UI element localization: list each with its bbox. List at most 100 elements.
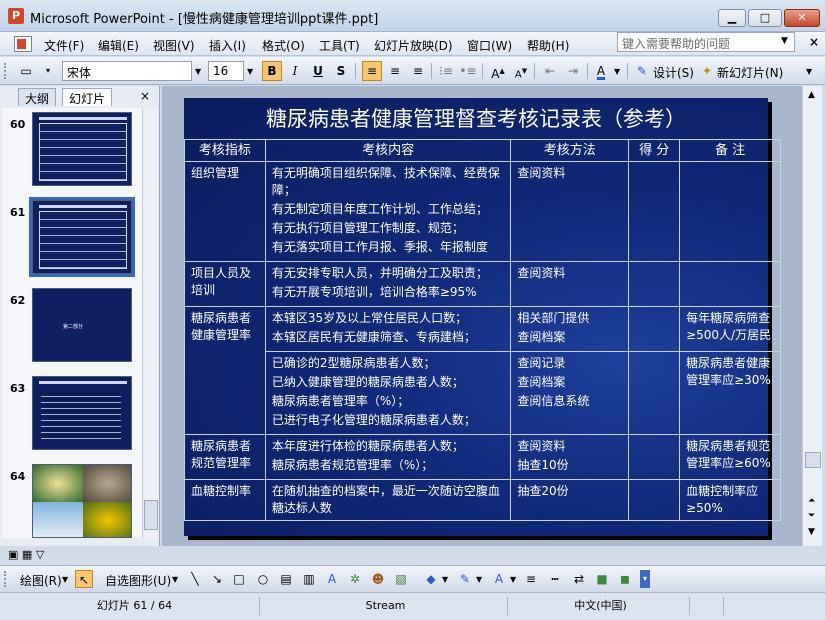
scrollbar-thumb[interactable] bbox=[144, 500, 158, 530]
design-button[interactable]: 设计(S) bbox=[653, 64, 694, 81]
decrease-font-icon[interactable]: A▼ bbox=[511, 61, 531, 81]
maximize-button[interactable]: □ bbox=[748, 9, 782, 27]
slide-thumbnail-60[interactable] bbox=[32, 112, 132, 186]
toolbar-separator bbox=[482, 63, 483, 79]
slide-thumbnail-64[interactable] bbox=[32, 464, 132, 538]
new-document-icon[interactable]: ▭ bbox=[16, 61, 36, 81]
align-right-icon[interactable]: ≡ bbox=[408, 61, 428, 81]
slideshow-view-icon[interactable]: ▽ bbox=[36, 548, 44, 561]
menu-slideshow[interactable]: 幻灯片放映(D) bbox=[374, 37, 453, 54]
arrow-style-icon[interactable]: ⇄ bbox=[570, 570, 588, 588]
close-button[interactable]: ✕ bbox=[784, 9, 820, 27]
powerpoint-app-icon[interactable]: P bbox=[8, 8, 24, 24]
menu-window[interactable]: 窗口(W) bbox=[467, 37, 512, 54]
picture-icon[interactable]: ▧ bbox=[392, 570, 410, 588]
decrease-indent-icon[interactable]: ⇤ bbox=[540, 61, 560, 81]
fill-dropdown-icon[interactable]: ▼ bbox=[442, 575, 448, 584]
line-style-icon[interactable]: ≡ bbox=[522, 570, 540, 588]
italic-button[interactable]: I bbox=[285, 61, 305, 81]
increase-indent-icon[interactable]: ⇥ bbox=[563, 61, 583, 81]
align-left-icon[interactable]: ≡ bbox=[362, 61, 382, 81]
minimize-button[interactable]: ▁ bbox=[718, 9, 746, 27]
normal-view-icon[interactable]: ▣ bbox=[8, 548, 18, 561]
font-dropdown-icon[interactable]: ▼ bbox=[195, 67, 201, 76]
line-color-icon[interactable]: ✎ bbox=[456, 570, 474, 588]
slide-thumbnail-62[interactable]: 第二部分 bbox=[32, 288, 132, 362]
diagram-icon[interactable]: ✲ bbox=[346, 570, 364, 588]
cell-score bbox=[628, 479, 681, 521]
toolbar-grip-icon[interactable] bbox=[4, 571, 7, 587]
line-icon[interactable]: ╲ bbox=[186, 570, 204, 588]
font-size-select[interactable]: 16 bbox=[208, 61, 244, 81]
toolbar-options-icon[interactable]: ▾ bbox=[640, 570, 650, 588]
menu-format[interactable]: 格式(O) bbox=[262, 37, 305, 54]
shadow-style-icon[interactable]: ■ bbox=[593, 570, 611, 588]
slide-thumbnail-63[interactable] bbox=[32, 376, 132, 450]
thumbnail-scrollbar[interactable] bbox=[142, 108, 158, 538]
scrollbar-thumb[interactable] bbox=[805, 452, 821, 468]
scroll-up-icon[interactable]: ▲ bbox=[808, 90, 815, 100]
clipart-icon[interactable]: ☻ bbox=[369, 570, 387, 588]
next-slide-icon[interactable]: ⏷ bbox=[808, 511, 815, 521]
design-icon[interactable]: ✎ bbox=[632, 61, 652, 81]
arrow-icon[interactable]: ↘ bbox=[208, 570, 226, 588]
table-row: 已确诊的2型糖尿病患者人数； 已纳入健康管理的糖尿病患者人数； 糖尿病患者管理率… bbox=[185, 351, 781, 435]
shadow-button[interactable]: S bbox=[331, 61, 351, 81]
underline-button[interactable]: U bbox=[308, 61, 328, 81]
increase-font-icon[interactable]: A▲ bbox=[488, 61, 508, 81]
dash-style-icon[interactable]: ┅ bbox=[546, 570, 564, 588]
font-color-icon[interactable]: A bbox=[591, 61, 611, 81]
toolbar-grip-icon[interactable] bbox=[4, 63, 7, 79]
pane-close-icon[interactable]: × bbox=[140, 89, 150, 103]
table-row: 血糖控制率 在随机抽查的档案中，最近一次随访空腹血糖达标人数 抽查20份 血糖控… bbox=[184, 479, 781, 521]
wordart-icon[interactable]: A bbox=[323, 570, 341, 588]
slide-scrollbar[interactable]: ▲ ⏶ ⏷ ▼ bbox=[802, 86, 822, 546]
font-size-dropdown-icon[interactable]: ▼ bbox=[247, 67, 253, 76]
sorter-view-icon[interactable]: ▦ bbox=[22, 548, 32, 561]
draw-dropdown-icon[interactable]: ▼ bbox=[62, 575, 68, 584]
align-center-icon[interactable]: ≡ bbox=[385, 61, 405, 81]
cell-indicator: 项目人员及培训 bbox=[184, 261, 266, 307]
slide-thumbnail-61[interactable] bbox=[29, 197, 135, 277]
bullet-list-icon[interactable]: •≡ bbox=[458, 61, 478, 81]
font-color-draw-dropdown-icon[interactable]: ▼ bbox=[510, 575, 516, 584]
menu-view[interactable]: 视图(V) bbox=[153, 37, 195, 54]
previous-slide-icon[interactable]: ⏶ bbox=[808, 496, 815, 506]
menu-insert[interactable]: 插入(I) bbox=[209, 37, 246, 54]
oval-icon[interactable]: ○ bbox=[254, 570, 272, 588]
font-name-select[interactable]: 宋体 bbox=[62, 61, 192, 81]
document-close-icon[interactable]: × bbox=[809, 35, 819, 49]
slide-title[interactable]: 糖尿病患者健康管理督查考核记录表（参考） bbox=[184, 100, 768, 138]
slide-number: 64 bbox=[10, 470, 26, 483]
rectangle-icon[interactable]: □ bbox=[230, 570, 248, 588]
menu-file[interactable]: 文件(F) bbox=[44, 37, 84, 54]
new-slide-button[interactable]: 新幻灯片(N) bbox=[717, 64, 783, 81]
fill-color-icon[interactable]: ◆ bbox=[422, 570, 440, 588]
font-color-draw-icon[interactable]: A bbox=[490, 570, 508, 588]
autoshapes-button[interactable]: 自选图形(U) bbox=[105, 572, 171, 589]
select-pointer-icon[interactable]: ↖ bbox=[75, 570, 93, 588]
bold-button[interactable]: B bbox=[262, 61, 282, 81]
toolbar-options-icon[interactable]: ▾ bbox=[38, 61, 58, 81]
document-icon[interactable] bbox=[14, 36, 32, 52]
textbox-icon[interactable]: ▤ bbox=[277, 570, 295, 588]
new-slide-icon[interactable]: ✦ bbox=[697, 61, 717, 81]
vertical-textbox-icon[interactable]: ▥ bbox=[300, 570, 318, 588]
chevron-down-icon[interactable]: ▼ bbox=[781, 36, 788, 46]
help-search-input[interactable]: 键入需要帮助的问题 bbox=[617, 32, 795, 52]
menu-edit[interactable]: 编辑(E) bbox=[98, 37, 139, 54]
3d-style-icon[interactable]: ◼ bbox=[616, 570, 634, 588]
line-color-dropdown-icon[interactable]: ▼ bbox=[476, 575, 482, 584]
menu-help[interactable]: 帮助(H) bbox=[527, 37, 569, 54]
assessment-table[interactable]: 考核指标 考核内容 考核方法 得 分 备 注 组织管理 有无明确项目组织保障、技… bbox=[184, 139, 781, 521]
font-color-dropdown-icon[interactable]: ▼ bbox=[614, 67, 620, 76]
tab-slides[interactable]: 幻灯片 bbox=[62, 88, 113, 106]
draw-menu-button[interactable]: 绘图(R) bbox=[20, 572, 62, 589]
drawing-toolbar: 绘图(R) ▼ ↖ 自选图形(U) ▼ ╲ ↘ □ ○ ▤ ▥ A ✲ ☻ ▧ … bbox=[0, 565, 825, 591]
menu-tools[interactable]: 工具(T) bbox=[319, 37, 360, 54]
toolbar-options-chevron-icon[interactable]: ▼ bbox=[806, 67, 812, 76]
scroll-down-icon[interactable]: ▼ bbox=[808, 527, 815, 537]
numbered-list-icon[interactable]: ⁝≡ bbox=[436, 61, 456, 81]
autoshapes-dropdown-icon[interactable]: ▼ bbox=[172, 575, 178, 584]
tab-outline[interactable]: 大纲 bbox=[18, 88, 57, 106]
